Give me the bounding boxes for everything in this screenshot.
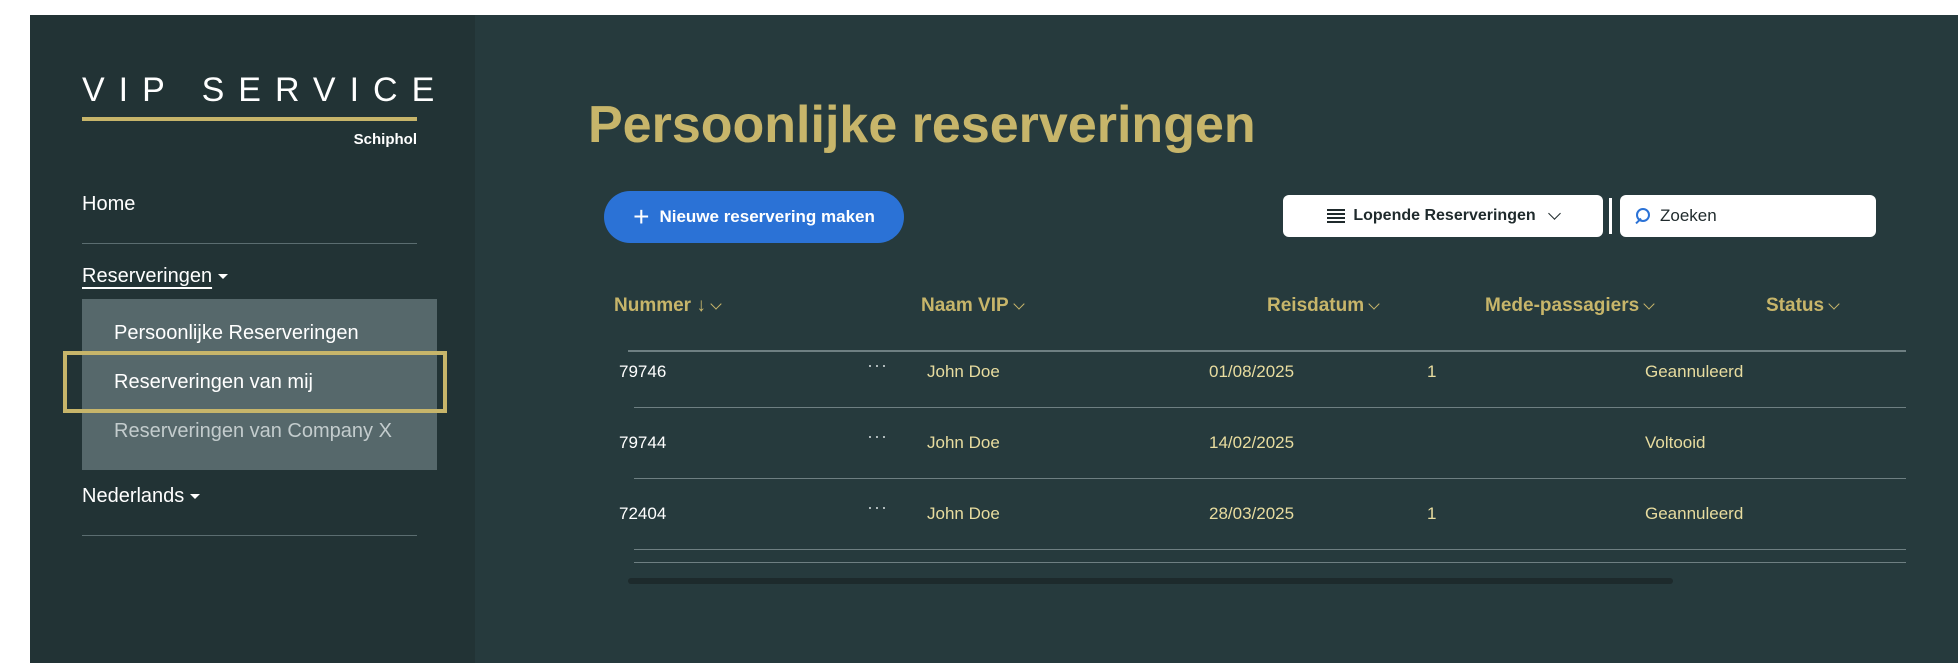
- more-icon[interactable]: ···: [867, 355, 888, 376]
- table-cell-naam[interactable]: John Doe: [927, 433, 1000, 453]
- nav-language[interactable]: Nederlands: [82, 485, 201, 508]
- more-icon[interactable]: ···: [867, 426, 888, 447]
- search-icon: [1634, 208, 1650, 224]
- nav-home[interactable]: Home: [82, 193, 135, 216]
- table-header-divider: [628, 350, 1906, 352]
- column-header-status[interactable]: Status: [1766, 295, 1840, 317]
- column-header-nummer[interactable]: Nummer ↓: [614, 295, 722, 317]
- sidebar: VIP SERVICE Schiphol Home Reserveringen …: [30, 15, 475, 663]
- row-divider: [634, 478, 1906, 479]
- chevron-down-icon: [1643, 297, 1655, 310]
- table-cell-nummer[interactable]: 72404: [619, 504, 666, 524]
- column-header-mede-passagiers[interactable]: Mede-passagiers: [1485, 295, 1655, 317]
- caret-down-icon: [218, 274, 229, 280]
- nav-language-label: Nederlands: [82, 485, 185, 507]
- search-box[interactable]: [1620, 195, 1876, 237]
- chevron-down-icon: [1547, 207, 1561, 220]
- chevron-down-icon: [1828, 297, 1840, 310]
- table-cell-status: Geannuleerd: [1645, 362, 1744, 381]
- table-cell-reisdatum: 14/02/2025: [1209, 433, 1295, 452]
- column-header-mede-label: Mede-passagiers: [1485, 295, 1640, 316]
- column-header-reisdatum[interactable]: Reisdatum: [1267, 295, 1380, 317]
- caret-down-icon: [190, 494, 201, 500]
- toolbar-separator: [1609, 198, 1612, 234]
- row-divider: [634, 562, 1906, 563]
- table-cell-mede: 1: [1427, 362, 1437, 381]
- table-cell-status: Geannuleerd: [1645, 504, 1744, 523]
- more-icon[interactable]: ···: [867, 497, 888, 518]
- plus-icon: +: [633, 201, 650, 232]
- table-cell-mede: 1: [1427, 504, 1437, 523]
- table-cell-naam[interactable]: John Doe: [927, 362, 1000, 382]
- filter-label: Lopende Reserveringen: [1353, 207, 1536, 224]
- submenu-persoonlijke-reserveringen[interactable]: Persoonlijke Reserveringen: [114, 322, 359, 345]
- nav-reserveringen-label: Reserveringen: [82, 265, 213, 287]
- chevron-down-icon: [1368, 297, 1380, 310]
- app-frame: VIP SERVICE Schiphol Home Reserveringen …: [30, 15, 1958, 663]
- table-cell-reisdatum: 28/03/2025: [1209, 504, 1295, 523]
- column-header-naam[interactable]: Naam VIP: [921, 295, 1025, 317]
- table-cell-status: Voltooid: [1645, 433, 1706, 452]
- new-reservation-label: Nieuwe reservering maken: [659, 207, 875, 226]
- table-cell-nummer[interactable]: 79746: [619, 362, 666, 382]
- filter-dropdown[interactable]: Lopende Reserveringen: [1283, 195, 1603, 237]
- new-reservation-button[interactable]: + Nieuwe reservering maken: [604, 191, 904, 243]
- table-cell-naam[interactable]: John Doe: [927, 504, 1000, 524]
- logo-title: VIP SERVICE: [82, 71, 449, 109]
- page-title: Persoonlijke reserveringen: [588, 96, 1256, 154]
- nav-reserveringen[interactable]: Reserveringen: [82, 265, 229, 288]
- row-divider: [634, 549, 1906, 550]
- highlight-box: [63, 351, 447, 413]
- chevron-down-icon: [1012, 297, 1025, 310]
- column-header-nummer-label: Nummer ↓: [614, 295, 706, 316]
- table-cell-reisdatum: 01/08/2025: [1209, 362, 1295, 381]
- search-input[interactable]: [1658, 205, 1862, 227]
- horizontal-scrollbar[interactable]: [628, 578, 1673, 584]
- column-header-naam-label: Naam VIP: [921, 295, 1009, 316]
- logo-underline: [82, 117, 417, 121]
- table-cell-nummer[interactable]: 79744: [619, 433, 666, 453]
- row-divider: [634, 407, 1906, 408]
- column-header-status-label: Status: [1766, 295, 1825, 316]
- logo-subtitle: Schiphol: [353, 131, 417, 148]
- nav-divider: [82, 243, 417, 244]
- logo: VIP SERVICE Schiphol: [82, 71, 449, 148]
- list-icon: [1327, 209, 1346, 223]
- submenu-reserveringen-company[interactable]: Reserveringen van Company X: [114, 420, 392, 443]
- column-header-reisdatum-label: Reisdatum: [1267, 295, 1365, 316]
- chevron-down-icon: [710, 297, 722, 310]
- nav-divider: [82, 535, 417, 536]
